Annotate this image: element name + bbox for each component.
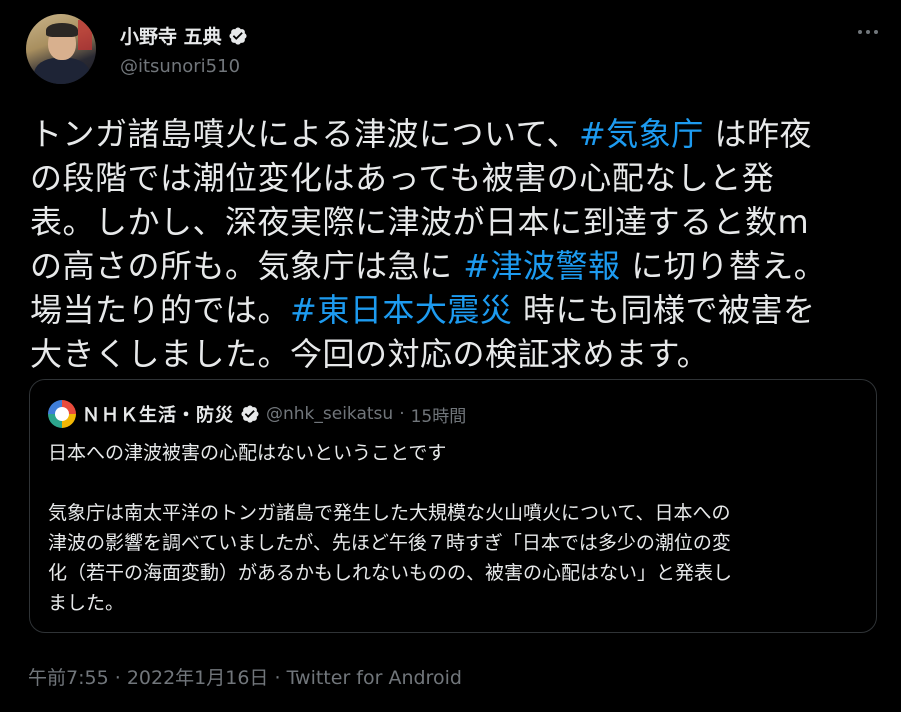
author-handle[interactable]: @itsunori510 [120, 56, 240, 77]
tweet-header: 小野寺 五典 @itsunori510 [26, 14, 886, 84]
tweet-date[interactable]: 2022年1月16日 [127, 667, 269, 689]
quoted-text-line: ました。 [48, 592, 125, 614]
tweet-line: の段階では潮位変化はあっても被害の心配なしと発 [30, 156, 875, 200]
tweet-text-segment: トンガ諸島噴火による津波について、 [30, 115, 579, 153]
tweet-text-segment: に切り替え。 [620, 247, 827, 285]
hashtag-link[interactable]: #津波警報 [463, 247, 620, 285]
tweet-text-segment: は昨夜 [703, 115, 812, 153]
verified-badge-icon [241, 405, 259, 423]
tweet-text-segment: 場当たり的では。 [30, 291, 291, 329]
quoted-tweet-time: 15時間 [410, 406, 467, 427]
quoted-tweet[interactable]: ＮＨＫ生活・防災 @nhk_seikatsu · 15時間 日本への津波被害の心… [29, 379, 877, 633]
quoted-tweet-header: ＮＨＫ生活・防災 @nhk_seikatsu · 15時間 [48, 400, 466, 428]
tweet-text: トンガ諸島噴火による津波について、#気象庁 は昨夜 の段階では潮位変化はあっても… [30, 112, 875, 376]
quoted-text-line: 気象庁は南太平洋のトンガ諸島で発生した大規模な火山噴火について、日本への [48, 502, 731, 524]
quoted-author-avatar [48, 400, 76, 428]
author-name[interactable]: 小野寺 五典 [120, 22, 222, 49]
quoted-text-line: 化（若干の海面変動）があるかもしれないものの、被害の心配はない」と発表し [48, 562, 733, 584]
tweet-time[interactable]: 午前7:55 [28, 667, 109, 689]
tweet-line: 大きくしました。今回の対応の検証求めます。 [30, 332, 875, 376]
tweet-line: トンガ諸島噴火による津波について、#気象庁 は昨夜 [30, 112, 875, 156]
author-name-row[interactable]: 小野寺 五典 [120, 22, 248, 49]
tweet-text-segment: の段階では潮位変化はあっても被害の心配なしと発 [30, 159, 775, 197]
tweet-footer: 午前7:55 · 2022年1月16日 · Twitter for Androi… [28, 663, 462, 690]
quoted-author-name: ＮＨＫ生活・防災 [82, 405, 234, 426]
tweet-text-segment: の高さの所も。気象庁は急に [30, 247, 464, 285]
tweet-line: 場当たり的では。#東日本大震災 時にも同様で被害を [30, 288, 875, 332]
meta-separator: · [399, 404, 405, 424]
tweet-text-segment: 時にも同様で被害を [512, 291, 816, 329]
quoted-text-line: 日本への津波被害の心配はないということです [48, 442, 447, 464]
verified-badge-icon [229, 26, 247, 45]
meta-separator: · [274, 667, 281, 689]
quoted-text-line: 津波の影響を調べていましたが、先ほど午後７時すぎ「日本では多少の潮位の変 [48, 532, 731, 554]
tweet-line: 表。しかし、深夜実際に津波が日本に到達すると数m [30, 200, 875, 244]
author-avatar[interactable] [26, 14, 96, 84]
tweet-text-segment: 表。しかし、深夜実際に津波が日本に到達すると数m [30, 203, 810, 241]
tweet-line: の高さの所も。気象庁は急に #津波警報 に切り替え。 [30, 244, 875, 288]
meta-separator: · [114, 667, 121, 689]
quoted-tweet-text: 日本への津波被害の心配はないということです 気象庁は南太平洋のトンガ諸島で発生し… [48, 438, 863, 618]
hashtag-link[interactable]: #東日本大震災 [290, 291, 512, 329]
quoted-author-handle: @nhk_seikatsu [266, 404, 394, 424]
hashtag-link[interactable]: #気象庁 [579, 115, 704, 153]
tweet-source-link[interactable]: Twitter for Android [287, 667, 462, 689]
more-options-icon[interactable] [854, 22, 882, 42]
tweet-text-segment: 大きくしました。今回の対応の検証求めます。 [30, 335, 710, 373]
